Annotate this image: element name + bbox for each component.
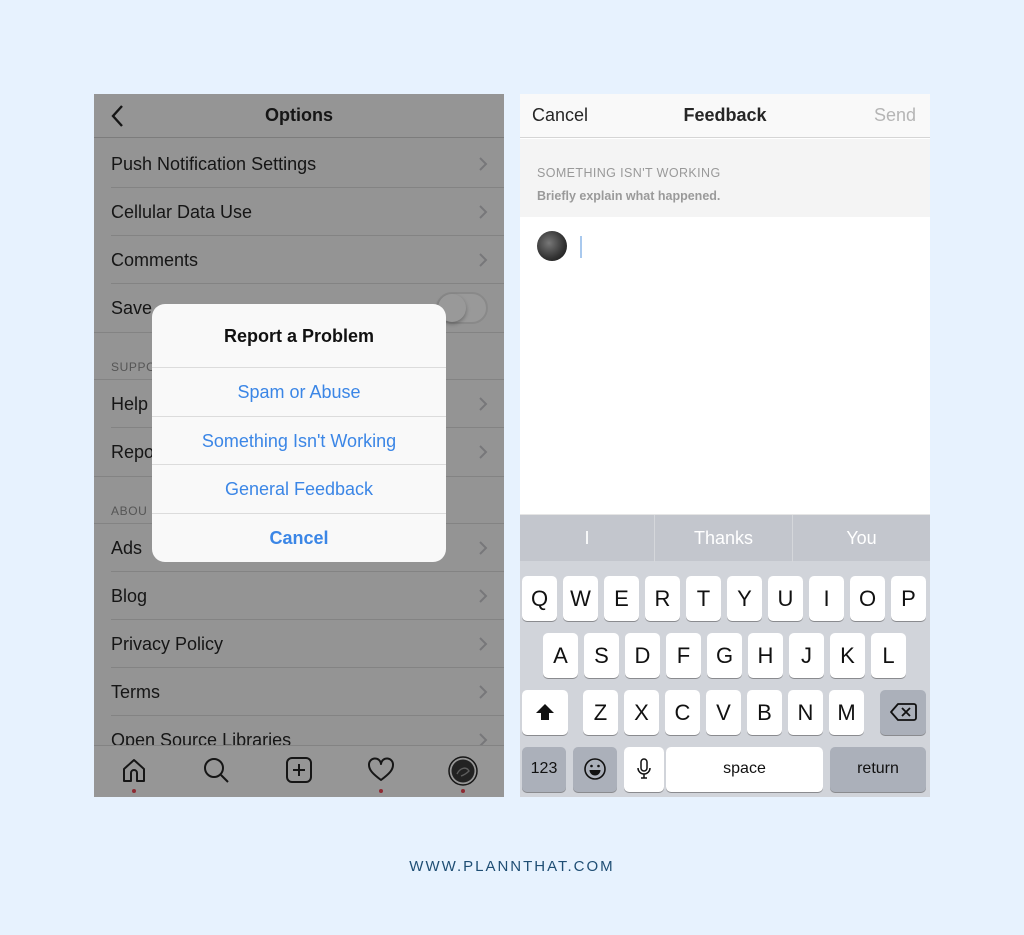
key-p[interactable]: P — [891, 576, 926, 621]
feedback-screen: Cancel Feedback Send SOMETHING ISN'T WOR… — [520, 94, 930, 797]
delete-key[interactable] — [880, 690, 926, 735]
shift-key[interactable] — [522, 690, 568, 735]
suggestion[interactable]: You — [793, 515, 930, 562]
key-o[interactable]: O — [850, 576, 885, 621]
dictation-key[interactable] — [624, 747, 664, 792]
key-k[interactable]: K — [830, 633, 865, 678]
general-feedback-button[interactable]: General Feedback — [152, 465, 446, 514]
key-r[interactable]: R — [645, 576, 680, 621]
report-problem-dialog: Report a Problem Spam or Abuse Something… — [152, 304, 446, 562]
key-z[interactable]: Z — [583, 690, 618, 735]
key-t[interactable]: T — [686, 576, 721, 621]
return-key[interactable]: return — [830, 747, 926, 792]
avatar — [537, 231, 567, 261]
key-a[interactable]: A — [543, 633, 578, 678]
emoji-key[interactable] — [573, 747, 617, 792]
key-m[interactable]: M — [829, 690, 864, 735]
key-e[interactable]: E — [604, 576, 639, 621]
dialog-cancel-button[interactable]: Cancel — [152, 514, 446, 563]
suggestion[interactable]: I — [520, 515, 655, 562]
key-l[interactable]: L — [871, 633, 906, 678]
feedback-instructions: Briefly explain what happened. — [537, 189, 721, 203]
key-b[interactable]: B — [747, 690, 782, 735]
key-w[interactable]: W — [563, 576, 598, 621]
key-q[interactable]: Q — [522, 576, 557, 621]
key-v[interactable]: V — [706, 690, 741, 735]
key-j[interactable]: J — [789, 633, 824, 678]
backspace-icon — [890, 703, 917, 721]
options-screen: Options Push Notification Settings Cellu… — [94, 94, 504, 797]
key-s[interactable]: S — [584, 633, 619, 678]
footer-url: WWW.PLANNTHAT.COM — [409, 858, 615, 875]
dialog-title: Report a Problem — [152, 304, 446, 368]
feedback-info: SOMETHING ISN'T WORKING Briefly explain … — [520, 139, 930, 217]
key-f[interactable]: F — [666, 633, 701, 678]
key-g[interactable]: G — [707, 633, 742, 678]
key-y[interactable]: Y — [727, 576, 762, 621]
emoji-icon — [584, 758, 606, 780]
shift-icon — [536, 704, 554, 720]
text-caret — [580, 236, 582, 258]
key-i[interactable]: I — [809, 576, 844, 621]
something-isnt-working-button[interactable]: Something Isn't Working — [152, 417, 446, 465]
feedback-text-input[interactable] — [578, 230, 908, 262]
send-button[interactable]: Send — [874, 105, 916, 126]
microphone-icon — [637, 758, 651, 779]
cancel-button[interactable]: Cancel — [532, 105, 588, 126]
keyboard: I Thanks You QWERTYUIOPASDFGHJKLZXCVBNM … — [520, 514, 930, 797]
space-key[interactable]: space — [666, 747, 823, 792]
suggestion[interactable]: Thanks — [655, 515, 793, 562]
key-u[interactable]: U — [768, 576, 803, 621]
key-n[interactable]: N — [788, 690, 823, 735]
key-x[interactable]: X — [624, 690, 659, 735]
feedback-category: SOMETHING ISN'T WORKING — [537, 166, 721, 180]
predictive-bar: I Thanks You — [520, 514, 930, 562]
feedback-header: Cancel Feedback Send — [520, 94, 930, 138]
spam-or-abuse-button[interactable]: Spam or Abuse — [152, 368, 446, 417]
key-d[interactable]: D — [625, 633, 660, 678]
key-c[interactable]: C — [665, 690, 700, 735]
numbers-key[interactable]: 123 — [522, 747, 566, 792]
key-h[interactable]: H — [748, 633, 783, 678]
